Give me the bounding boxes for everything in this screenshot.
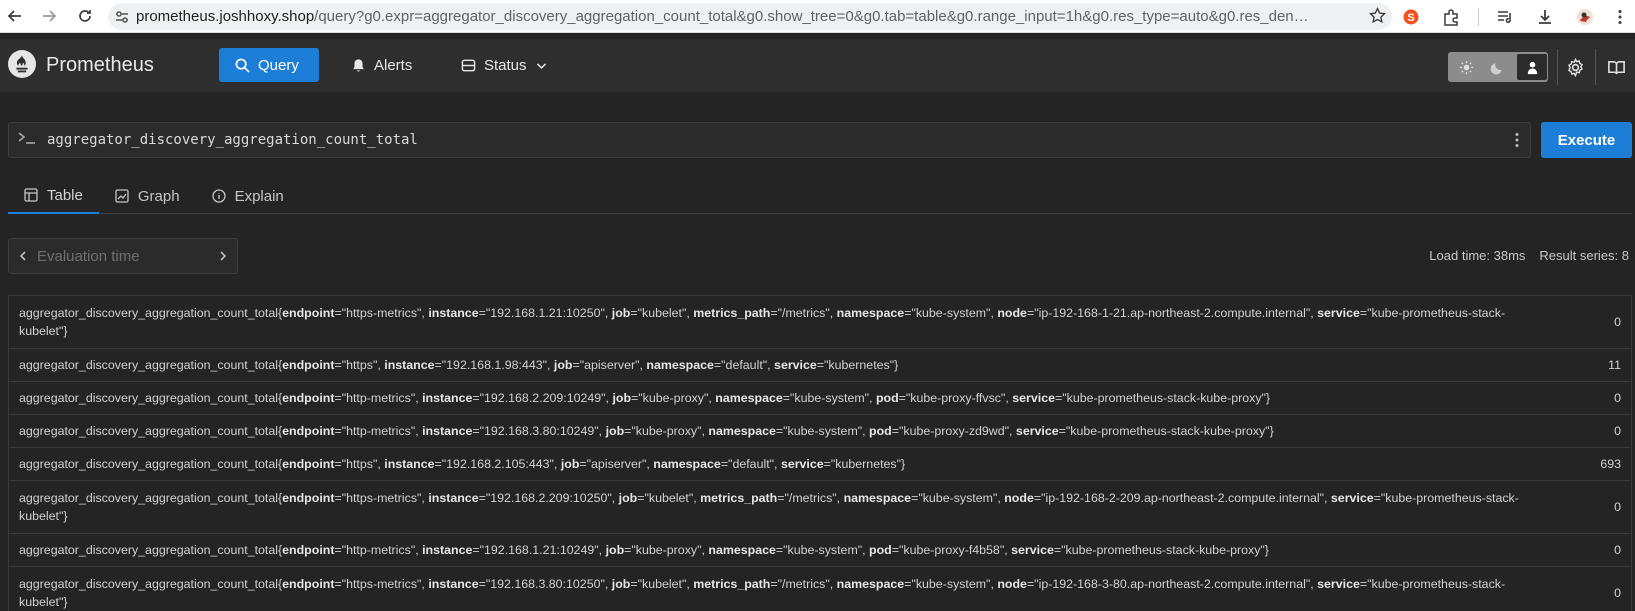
nav-query[interactable]: Query xyxy=(219,48,319,82)
database-icon xyxy=(461,59,476,71)
chevron-right-icon[interactable] xyxy=(209,250,237,262)
series-labels: aggregator_discovery_aggregation_count_t… xyxy=(19,491,1519,523)
result-series: Result series: 8 xyxy=(1539,248,1629,263)
table-row: aggregator_discovery_aggregation_count_t… xyxy=(9,448,1631,481)
table-row: aggregator_discovery_aggregation_count_t… xyxy=(9,382,1631,415)
bookmark-star-icon[interactable] xyxy=(1368,6,1387,29)
series-value: 693 xyxy=(1600,457,1621,471)
table-row: aggregator_discovery_aggregation_count_t… xyxy=(9,534,1631,567)
site-info-icon[interactable] xyxy=(108,9,136,25)
tab-explain-label: Explain xyxy=(234,187,284,205)
graph-icon xyxy=(115,189,129,203)
tab-graph[interactable]: Graph xyxy=(99,178,196,214)
tab-table-label: Table xyxy=(47,186,83,204)
tab-table[interactable]: Table xyxy=(8,178,99,214)
series-labels: aggregator_discovery_aggregation_count_t… xyxy=(19,577,1506,609)
theme-switcher xyxy=(1448,52,1548,82)
search-icon xyxy=(235,58,250,73)
user-theme-icon[interactable] xyxy=(1517,54,1547,80)
table-row: aggregator_discovery_aggregation_count_t… xyxy=(9,296,1631,349)
table-icon xyxy=(24,188,38,202)
series-value: 0 xyxy=(1614,424,1621,438)
table-row: aggregator_discovery_aggregation_count_t… xyxy=(9,481,1631,534)
evaluation-time-picker[interactable]: Evaluation time xyxy=(8,238,238,274)
nav-query-label: Query xyxy=(258,56,299,74)
divider xyxy=(1595,49,1596,85)
address-bar[interactable]: prometheus.joshhoxy.shop/query?g0.expr=a… xyxy=(108,3,1392,30)
evaluation-time-input[interactable]: Evaluation time xyxy=(37,248,209,265)
series-labels: aggregator_discovery_aggregation_count_t… xyxy=(19,424,1274,438)
series-labels: aggregator_discovery_aggregation_count_t… xyxy=(19,306,1506,338)
profile-avatar-icon[interactable] xyxy=(1565,0,1605,33)
browser-toolbar: prometheus.joshhoxy.shop/query?g0.expr=a… xyxy=(0,0,1635,33)
extensions-row: S xyxy=(1391,0,1635,33)
info-icon xyxy=(211,189,226,203)
url-text: prometheus.joshhoxy.shop/query?g0.expr=a… xyxy=(136,8,1316,25)
download-icon[interactable] xyxy=(1525,0,1565,33)
media-queue-icon[interactable] xyxy=(1485,0,1525,33)
url-path: /query?g0.expr=aggregator_discovery_aggr… xyxy=(314,8,1316,25)
series-value: 0 xyxy=(1614,586,1621,600)
gear-icon[interactable] xyxy=(1558,52,1592,82)
query-input[interactable]: aggregator_discovery_aggregation_count_t… xyxy=(8,122,1531,158)
moon-icon[interactable] xyxy=(1482,53,1513,81)
series-labels: aggregator_discovery_aggregation_count_t… xyxy=(19,391,1271,405)
table-row: aggregator_discovery_aggregation_count_t… xyxy=(9,349,1631,382)
forward-icon[interactable] xyxy=(34,1,64,31)
svg-text:S: S xyxy=(1407,12,1414,24)
book-icon[interactable] xyxy=(1599,52,1633,82)
tab-graph-label: Graph xyxy=(137,187,180,205)
series-labels: aggregator_discovery_aggregation_count_t… xyxy=(19,358,899,372)
query-stats: Load time: 38ms Result series: 8 xyxy=(1429,248,1629,263)
app-brand[interactable]: Prometheus xyxy=(46,54,154,77)
reload-icon[interactable] xyxy=(70,1,100,31)
series-value: 0 xyxy=(1614,543,1621,557)
nav-status-label: Status xyxy=(484,56,527,74)
results-table: aggregator_discovery_aggregation_count_t… xyxy=(8,295,1632,611)
nav-status-dropdown[interactable]: Status xyxy=(445,48,564,82)
series-value: 0 xyxy=(1614,500,1621,514)
app-header: Prometheus Query Alerts Status xyxy=(0,39,1635,92)
bell-icon xyxy=(353,58,364,72)
series-labels: aggregator_discovery_aggregation_count_t… xyxy=(19,457,906,471)
tab-explain[interactable]: Explain xyxy=(196,178,300,214)
table-row: aggregator_discovery_aggregation_count_t… xyxy=(9,567,1631,611)
execute-button[interactable]: Execute xyxy=(1541,122,1632,158)
series-value: 11 xyxy=(1608,358,1621,372)
menu-dots-icon[interactable] xyxy=(1605,0,1635,33)
nav-alerts-label: Alerts xyxy=(374,56,413,74)
series-value: 0 xyxy=(1614,391,1621,405)
table-row: aggregator_discovery_aggregation_count_t… xyxy=(9,415,1631,448)
query-menu-icon[interactable] xyxy=(1514,131,1520,154)
nav-alerts[interactable]: Alerts xyxy=(335,48,428,82)
result-tabs: Table Graph Explain xyxy=(8,178,1632,214)
query-expression[interactable]: aggregator_discovery_aggregation_count_t… xyxy=(47,132,418,148)
series-labels: aggregator_discovery_aggregation_count_t… xyxy=(19,543,1269,557)
divider xyxy=(1471,0,1485,33)
url-host: prometheus.joshhoxy.shop xyxy=(136,8,315,25)
prometheus-logo-icon[interactable] xyxy=(8,50,36,78)
sun-icon[interactable] xyxy=(1451,53,1482,81)
chevron-down-icon xyxy=(536,62,546,69)
series-value: 0 xyxy=(1614,315,1621,329)
back-icon[interactable] xyxy=(0,1,30,31)
load-time: Load time: 38ms xyxy=(1429,248,1526,263)
terminal-prompt-icon xyxy=(9,131,47,149)
extension-s-icon[interactable]: S xyxy=(1391,0,1431,33)
puzzle-icon[interactable] xyxy=(1431,0,1471,33)
chevron-left-icon[interactable] xyxy=(9,250,37,262)
